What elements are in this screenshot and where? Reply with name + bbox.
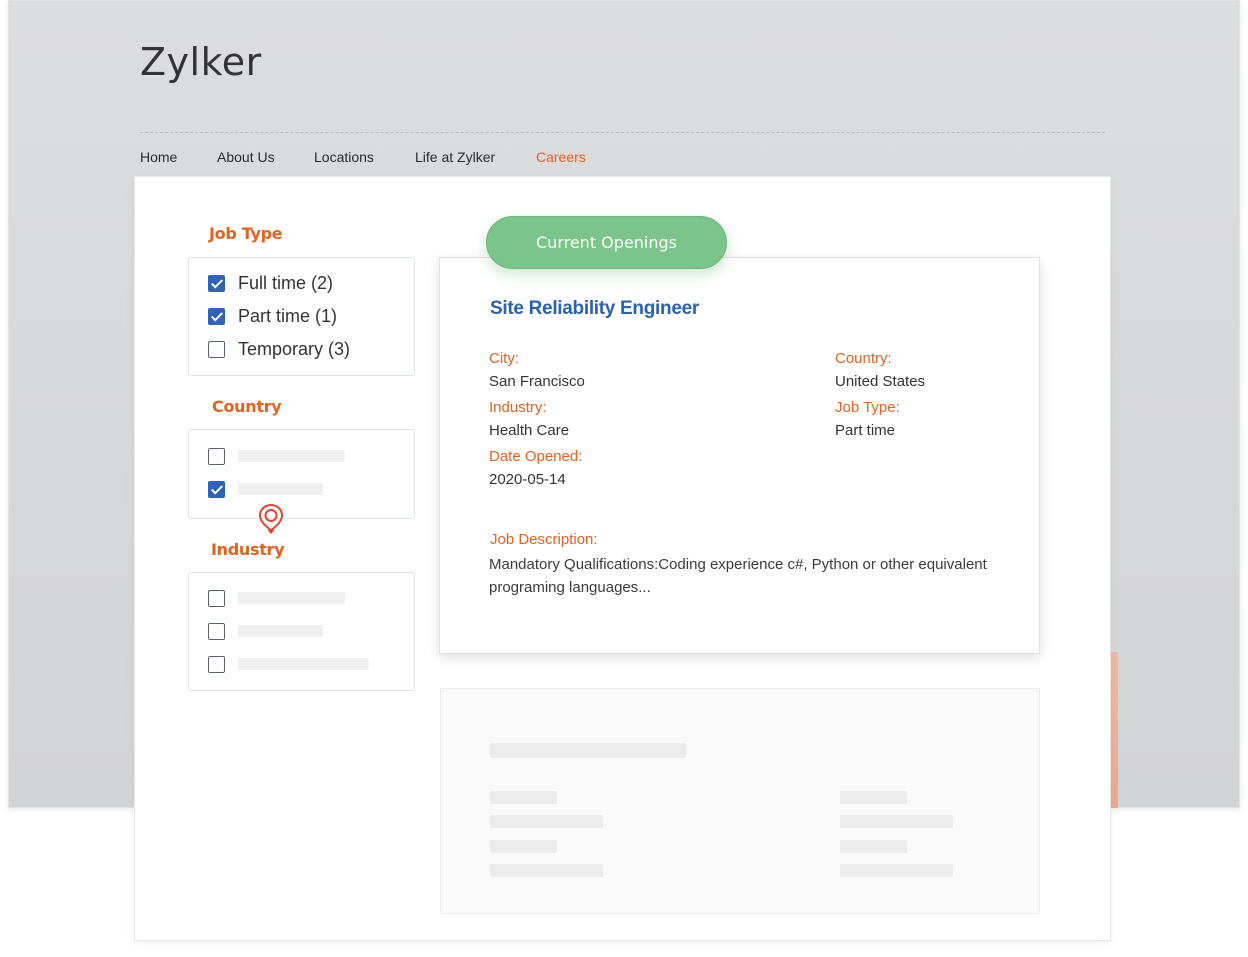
checkbox-industry-1[interactable] [208,589,225,607]
nav-divider [140,132,1105,133]
nav-careers[interactable]: Careers [536,149,586,165]
placeholder-line [490,815,603,828]
job-description-label: Job Description: [490,531,598,548]
filter-option-industry-3[interactable] [208,654,369,674]
placeholder-label [238,658,369,670]
filter-title-industry: Industry [211,540,285,559]
job-title[interactable]: Site Reliability Engineer [490,298,699,320]
placeholder-line [840,791,907,804]
placeholder-line [490,864,603,877]
job-type-label: Job Type: [835,399,900,416]
placeholder-line [840,815,953,828]
nav-home[interactable]: Home [140,149,177,165]
nav-about-us[interactable]: About Us [217,149,275,165]
location-pin-icon [258,503,284,535]
option-label: Part time (1) [238,305,338,326]
option-label: Full time (2) [238,272,334,293]
placeholder-line [490,791,557,804]
filter-option-country-2[interactable] [208,479,323,499]
filter-option-temporary[interactable]: Temporary (3) [208,339,350,359]
placeholder-label [238,450,345,462]
filter-box-country [188,429,415,519]
job-card[interactable]: Site Reliability Engineer City: San Fran… [439,257,1040,654]
industry-label: Industry: [489,399,547,416]
date-opened-value: 2020-05-14 [489,471,566,488]
decorative-sliver [1110,652,1118,808]
city-label: City: [489,350,519,367]
checkbox-full-time[interactable] [208,274,225,292]
checkbox-industry-2[interactable] [208,622,225,640]
filter-option-country-1[interactable] [208,446,345,466]
nav-locations[interactable]: Locations [314,149,374,165]
industry-value: Health Care [489,422,570,439]
checkbox-part-time[interactable] [208,307,225,325]
filter-option-industry-2[interactable] [208,621,323,641]
placeholder-line [840,840,907,853]
date-opened-label: Date Opened: [489,448,583,465]
nav-life-at-zylker[interactable]: Life at Zylker [415,149,495,165]
filter-box-job-type: Full time (2) Part time (1) Temporary (3… [188,257,415,376]
checkbox-country-1[interactable] [208,447,225,465]
job-type-value: Part time [835,422,896,439]
option-label: Temporary (3) [238,338,351,359]
job-description-text: Mandatory Qualifications:Coding experien… [489,556,987,596]
filter-option-part-time[interactable]: Part time (1) [208,306,337,326]
placeholder-job-card [440,688,1040,914]
city-value: San Francisco [489,373,585,390]
current-openings-button[interactable]: Current Openings [486,216,727,269]
country-value: United States [835,373,926,390]
brand-logo[interactable]: Zylker [140,40,262,84]
checkbox-temporary[interactable] [208,340,225,358]
filter-title-country: Country [212,397,282,416]
filter-option-industry-1[interactable] [208,588,345,608]
placeholder-title [490,743,686,758]
placeholder-line [840,864,953,877]
placeholder-line [490,840,557,853]
placeholder-label [238,625,323,637]
placeholder-label [238,483,323,495]
filter-option-full-time[interactable]: Full time (2) [208,273,333,293]
checkbox-industry-3[interactable] [208,655,225,673]
filter-box-industry [188,572,415,691]
country-label: Country: [835,350,892,367]
filter-title-job-type: Job Type [209,224,283,243]
placeholder-label [238,592,345,604]
checkbox-country-2[interactable] [208,480,225,498]
